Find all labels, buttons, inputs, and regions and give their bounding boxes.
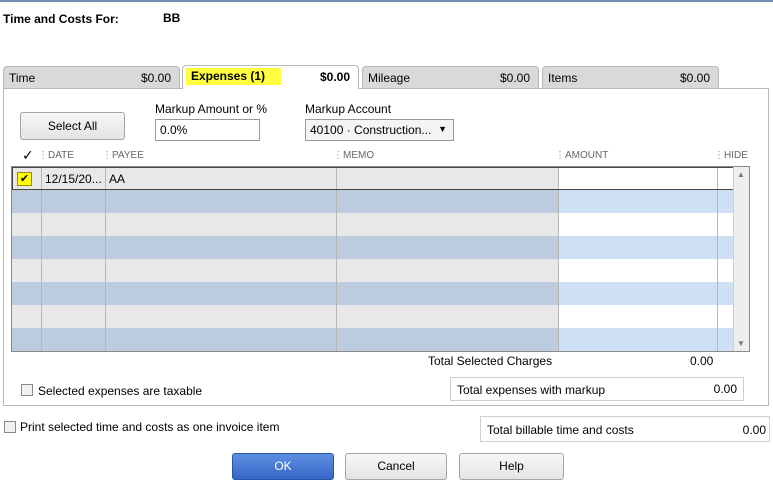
tab-mileage[interactable]: Mileage $0.00 <box>362 66 539 88</box>
column-header-hide[interactable]: HIDE <box>724 150 748 161</box>
column-header-date[interactable]: DATE <box>48 150 74 161</box>
tab-items-amount: $0.00 <box>679 71 710 85</box>
col-separator: ⋮ <box>333 150 343 161</box>
scroll-down-icon[interactable]: ▼ <box>737 339 745 348</box>
tab-mileage-label: Mileage <box>368 71 411 85</box>
memo-column <box>337 167 558 351</box>
print-one-item-label: Print selected time and costs as one inv… <box>20 420 280 434</box>
scroll-up-icon[interactable]: ▲ <box>737 170 745 179</box>
tab-expenses-amount: $0.00 <box>319 70 350 84</box>
check-column-header: ✓ <box>22 147 34 163</box>
row-payee: AA <box>109 172 126 186</box>
select-all-button[interactable]: Select All <box>20 112 125 140</box>
taxable-label: Selected expenses are taxable <box>38 384 203 398</box>
row-date: 12/15/20... <box>45 172 102 186</box>
help-button[interactable]: Help <box>459 453 564 480</box>
markup-account-select[interactable]: 40100 · Construction... ▼ <box>305 119 454 141</box>
cancel-button[interactable]: Cancel <box>345 453 447 480</box>
tab-time-amount: $0.00 <box>140 71 171 85</box>
total-selected-charges-value: 0.00 <box>690 354 714 368</box>
markup-total-label: Total expenses with markup <box>457 383 606 397</box>
col-separator: ⋮ <box>102 150 112 161</box>
tab-mileage-amount: $0.00 <box>499 71 530 85</box>
window-top-border <box>0 0 773 2</box>
markup-amount-label: Markup Amount or % <box>155 102 268 116</box>
header-label: Time and Costs For: <box>3 12 119 26</box>
billable-total-box: Total billable time and costs 0.00 <box>480 416 770 442</box>
chevron-down-icon: ▼ <box>438 124 447 134</box>
expenses-table: ✔ 12/15/20... AA ▲ ▼ <box>11 166 750 352</box>
check-column <box>12 167 41 351</box>
tab-items-label: Items <box>548 71 578 85</box>
markup-account-label: Markup Account <box>305 102 392 116</box>
customer-name: BB <box>163 11 181 25</box>
billable-total-label: Total billable time and costs <box>487 423 634 437</box>
tab-time-label: Time <box>9 71 36 85</box>
column-header-amount[interactable]: AMOUNT <box>565 150 608 161</box>
date-column <box>42 167 105 351</box>
column-header-memo[interactable]: MEMO <box>343 150 374 161</box>
markup-amount-input[interactable]: 0.0% <box>155 119 260 141</box>
ok-button[interactable]: OK <box>232 453 334 480</box>
total-selected-charges-label: Total Selected Charges <box>428 354 553 368</box>
col-separator: ⋮ <box>38 150 48 161</box>
taxable-checkbox[interactable] <box>21 384 33 396</box>
tab-expenses-label: Expenses (1) <box>186 68 282 85</box>
col-separator: ⋮ <box>555 150 565 161</box>
column-header-payee[interactable]: PAYEE <box>112 150 144 161</box>
tab-time[interactable]: Time $0.00 <box>3 66 180 88</box>
billable-total-value: 0.00 <box>742 423 766 437</box>
tab-expenses[interactable]: Expenses (1) $0.00 <box>182 65 359 89</box>
payee-column <box>106 167 336 351</box>
col-separator: ⋮ <box>714 150 724 161</box>
table-scrollbar[interactable]: ▲ ▼ <box>733 167 749 351</box>
markup-total-box: Total expenses with markup 0.00 <box>450 377 744 401</box>
print-one-item-checkbox[interactable] <box>4 421 16 433</box>
row-check-checkbox[interactable]: ✔ <box>17 172 32 186</box>
markup-account-value: 40100 · Construction... <box>310 123 432 137</box>
check-icon: ✔ <box>19 173 30 185</box>
markup-total-value: 0.00 <box>713 382 737 396</box>
tab-items[interactable]: Items $0.00 <box>542 66 719 88</box>
